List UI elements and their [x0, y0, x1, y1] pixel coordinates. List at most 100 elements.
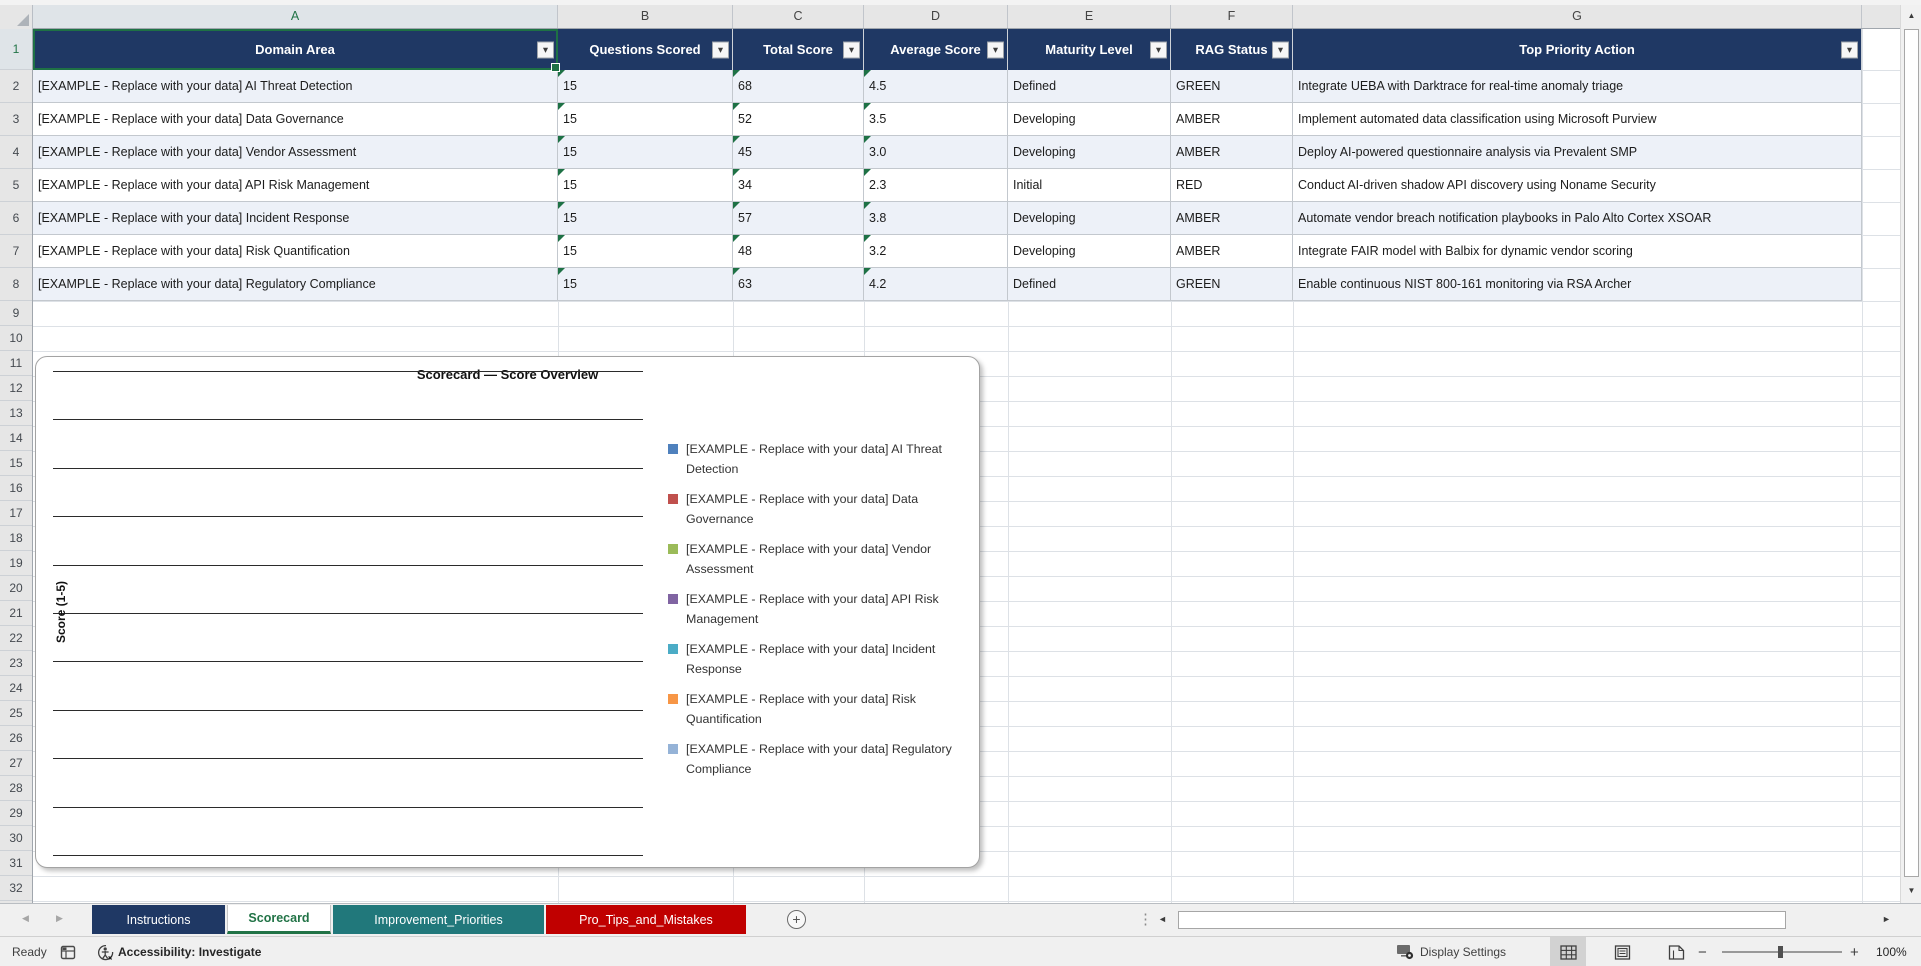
cell-E6[interactable]: Developing: [1008, 202, 1171, 235]
cell-F7[interactable]: AMBER: [1171, 235, 1293, 268]
row-number-1[interactable]: 1: [0, 29, 32, 70]
cell-E5[interactable]: Initial: [1008, 169, 1171, 202]
column-letter-E[interactable]: E: [1008, 5, 1171, 28]
row-number-23[interactable]: 23: [0, 651, 32, 676]
zoom-slider-handle[interactable]: [1778, 946, 1783, 958]
macro-record-icon[interactable]: [60, 937, 76, 966]
cell-B8[interactable]: 15: [558, 268, 733, 301]
hscroll-left-icon[interactable]: ◄: [1158, 914, 1167, 924]
row-number-20[interactable]: 20: [0, 576, 32, 601]
row-number-12[interactable]: 12: [0, 376, 32, 401]
cell-F4[interactable]: AMBER: [1171, 136, 1293, 169]
filter-dropdown-icon[interactable]: ▾: [843, 41, 860, 58]
row-number-2[interactable]: 2: [0, 70, 32, 103]
row-number-18[interactable]: 18: [0, 526, 32, 551]
row-number-21[interactable]: 21: [0, 601, 32, 626]
cell-D6[interactable]: 3.8: [864, 202, 1008, 235]
cell-A3[interactable]: [EXAMPLE - Replace with your data] Data …: [33, 103, 558, 136]
cell-C4[interactable]: 45: [733, 136, 864, 169]
filter-dropdown-icon[interactable]: ▾: [712, 41, 729, 58]
row-number-31[interactable]: 31: [0, 851, 32, 876]
cell-D8[interactable]: 4.2: [864, 268, 1008, 301]
row-number-32[interactable]: 32: [0, 876, 32, 901]
cell-B3[interactable]: 15: [558, 103, 733, 136]
tab-prev-icon[interactable]: ◀: [22, 913, 29, 924]
select-all-corner[interactable]: [0, 5, 33, 29]
tab-scorecard[interactable]: Scorecard: [227, 905, 331, 934]
cell-A5[interactable]: [EXAMPLE - Replace with your data] API R…: [33, 169, 558, 202]
cell-B7[interactable]: 15: [558, 235, 733, 268]
cell-B5[interactable]: 15: [558, 169, 733, 202]
row-number-8[interactable]: 8: [0, 268, 32, 301]
accessibility-status[interactable]: Accessibility: Investigate: [118, 937, 261, 966]
column-letter-D[interactable]: D: [864, 5, 1008, 28]
row-number-29[interactable]: 29: [0, 801, 32, 826]
cell-A4[interactable]: [EXAMPLE - Replace with your data] Vendo…: [33, 136, 558, 169]
header-rag-status[interactable]: RAG Status▾: [1171, 29, 1293, 70]
cell-E7[interactable]: Developing: [1008, 235, 1171, 268]
cell-E2[interactable]: Defined: [1008, 70, 1171, 103]
header-questions-scored[interactable]: Questions Scored▾: [558, 29, 733, 70]
tab-improvement-priorities[interactable]: Improvement_Priorities: [333, 905, 544, 934]
accessibility-checker-icon[interactable]: [96, 937, 114, 966]
header-maturity-level[interactable]: Maturity Level▾: [1008, 29, 1171, 70]
cell-E8[interactable]: Defined: [1008, 268, 1171, 301]
row-number-5[interactable]: 5: [0, 169, 32, 202]
cell-A2[interactable]: [EXAMPLE - Replace with your data] AI Th…: [33, 70, 558, 103]
cell-E4[interactable]: Developing: [1008, 136, 1171, 169]
cell-F2[interactable]: GREEN: [1171, 70, 1293, 103]
row-number-26[interactable]: 26: [0, 726, 32, 751]
filter-dropdown-icon[interactable]: ▾: [987, 41, 1004, 58]
cell-G2[interactable]: Integrate UEBA with Darktrace for real-t…: [1293, 70, 1862, 103]
cell-B2[interactable]: 15: [558, 70, 733, 103]
column-letter-A[interactable]: A: [33, 5, 558, 28]
row-number-10[interactable]: 10: [0, 326, 32, 351]
view-page-layout-button[interactable]: [1604, 937, 1640, 966]
cell-G8[interactable]: Enable continuous NIST 800-161 monitorin…: [1293, 268, 1862, 301]
filter-dropdown-icon[interactable]: ▾: [537, 41, 554, 58]
header-domain-area[interactable]: Domain Area▾: [33, 29, 558, 70]
cell-E3[interactable]: Developing: [1008, 103, 1171, 136]
row-number-4[interactable]: 4: [0, 136, 32, 169]
row-number-6[interactable]: 6: [0, 202, 32, 235]
cell-D5[interactable]: 2.3: [864, 169, 1008, 202]
row-number-27[interactable]: 27: [0, 751, 32, 776]
row-number-30[interactable]: 30: [0, 826, 32, 851]
new-sheet-button[interactable]: +: [787, 910, 806, 929]
cell-F5[interactable]: RED: [1171, 169, 1293, 202]
filter-dropdown-icon[interactable]: ▾: [1841, 41, 1858, 58]
hscroll-thumb[interactable]: [1178, 911, 1786, 929]
header-average-score[interactable]: Average Score▾: [864, 29, 1008, 70]
display-settings-label[interactable]: Display Settings: [1420, 937, 1506, 966]
hscroll-right-icon[interactable]: ►: [1882, 914, 1891, 924]
vscroll-up-icon[interactable]: ▲: [1903, 7, 1920, 24]
cell-C5[interactable]: 34: [733, 169, 864, 202]
cell-D7[interactable]: 3.2: [864, 235, 1008, 268]
cell-A8[interactable]: [EXAMPLE - Replace with your data] Regul…: [33, 268, 558, 301]
score-overview-chart[interactable]: Scorecard — Score Overview Score (1-5) […: [35, 356, 980, 868]
vscroll-down-icon[interactable]: ▼: [1903, 882, 1920, 899]
row-number-19[interactable]: 19: [0, 551, 32, 576]
row-number-14[interactable]: 14: [0, 426, 32, 451]
tab-instructions[interactable]: Instructions: [92, 905, 225, 934]
row-number-25[interactable]: 25: [0, 701, 32, 726]
cell-C3[interactable]: 52: [733, 103, 864, 136]
zoom-level[interactable]: 100%: [1876, 937, 1907, 966]
row-number-13[interactable]: 13: [0, 401, 32, 426]
row-number-11[interactable]: 11: [0, 351, 32, 376]
cell-G6[interactable]: Automate vendor breach notification play…: [1293, 202, 1862, 235]
row-number-7[interactable]: 7: [0, 235, 32, 268]
cell-B4[interactable]: 15: [558, 136, 733, 169]
cell-G5[interactable]: Conduct AI-driven shadow API discovery u…: [1293, 169, 1862, 202]
cell-F6[interactable]: AMBER: [1171, 202, 1293, 235]
view-page-break-button[interactable]: [1658, 937, 1694, 966]
cell-D3[interactable]: 3.5: [864, 103, 1008, 136]
column-letter-F[interactable]: F: [1171, 5, 1293, 28]
row-number-3[interactable]: 3: [0, 103, 32, 136]
cell-C8[interactable]: 63: [733, 268, 864, 301]
column-letter-G[interactable]: G: [1293, 5, 1862, 28]
cell-A7[interactable]: [EXAMPLE - Replace with your data] Risk …: [33, 235, 558, 268]
cell-D4[interactable]: 3.0: [864, 136, 1008, 169]
cell-G4[interactable]: Deploy AI-powered questionnaire analysis…: [1293, 136, 1862, 169]
column-letter-B[interactable]: B: [558, 5, 733, 28]
